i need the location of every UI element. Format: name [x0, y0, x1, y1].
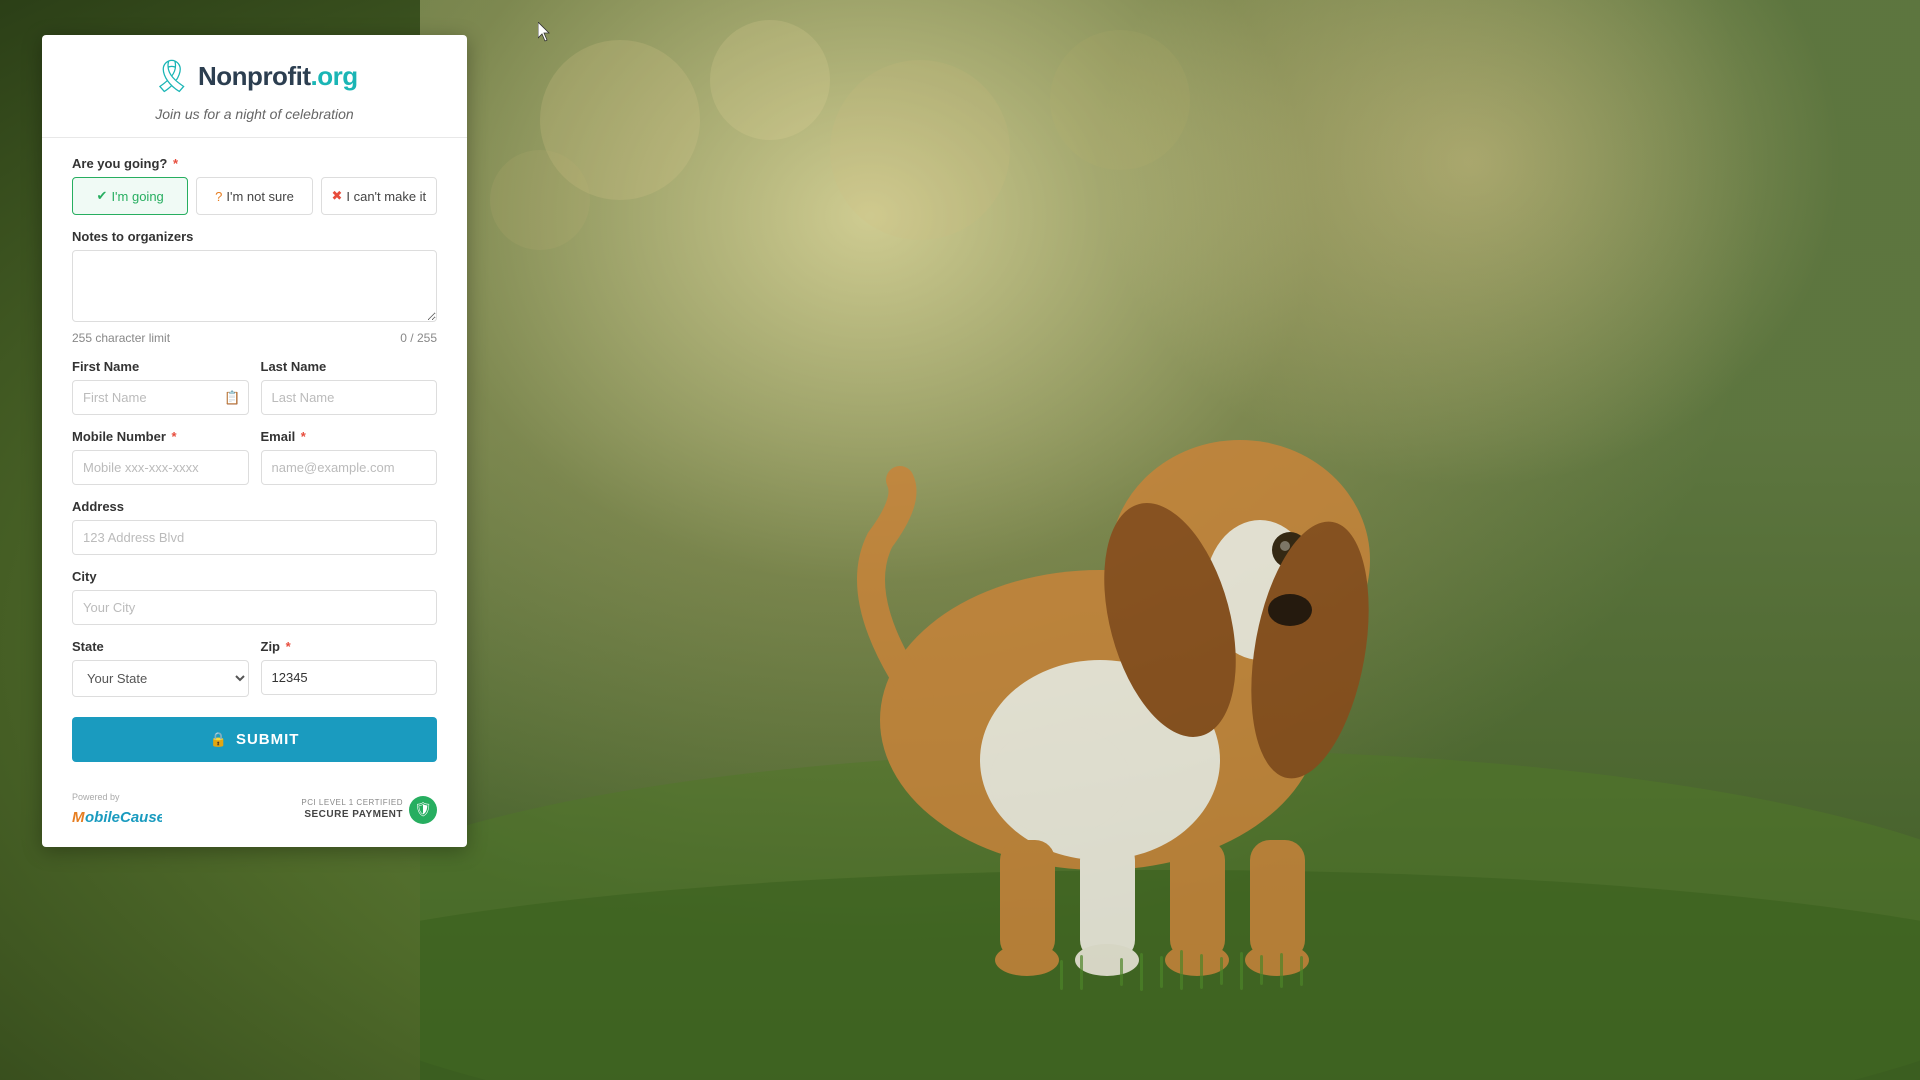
- contact-row: Mobile Number * Email *: [72, 429, 437, 499]
- first-name-input[interactable]: [72, 380, 249, 415]
- email-label: Email *: [261, 429, 438, 444]
- shield-icon: 🛡: [409, 796, 437, 824]
- rsvp-cant-make-it-label: I can't make it: [346, 189, 426, 204]
- mobile-group: Mobile Number *: [72, 429, 249, 485]
- last-name-group: Last Name: [261, 359, 438, 415]
- mobilecause-wordmark: M obileCause: [72, 805, 162, 827]
- first-name-input-wrapper: 📋: [72, 380, 249, 415]
- email-input[interactable]: [261, 450, 438, 485]
- form-panel: 🎗 Nonprofit.org Join us for a night of c…: [42, 35, 467, 847]
- last-name-label: Last Name: [261, 359, 438, 374]
- rsvp-not-sure-label: I'm not sure: [226, 189, 294, 204]
- zip-label: Zip *: [261, 639, 438, 654]
- city-label: City: [72, 569, 437, 584]
- notes-textarea[interactable]: [72, 250, 437, 322]
- char-limit-text: 255 character limit: [72, 331, 170, 345]
- city-group: City: [72, 569, 437, 625]
- x-icon: ✖: [331, 188, 342, 204]
- secure-payment-text: SECURE PAYMENT: [301, 808, 403, 822]
- question-icon: ?: [215, 189, 222, 204]
- submit-label: SUBMIT: [236, 731, 300, 748]
- email-group: Email *: [261, 429, 438, 485]
- form-header: 🎗 Nonprofit.org Join us for a night of c…: [42, 35, 467, 138]
- tagline: Join us for a night of celebration: [72, 106, 437, 122]
- secure-payment: PCI LEVEL 1 CERTIFIED SECURE PAYMENT 🛡: [301, 796, 437, 824]
- state-label: State: [72, 639, 249, 654]
- char-count: 0 / 255: [400, 331, 437, 345]
- first-name-label: First Name: [72, 359, 249, 374]
- logo-org: .org: [310, 61, 357, 91]
- mobile-label: Mobile Number *: [72, 429, 249, 444]
- rsvp-group: Are you going? * ✔ I'm going ? I'm not s…: [72, 156, 437, 215]
- logo-name: Nonprofit: [198, 61, 310, 91]
- last-name-input[interactable]: [261, 380, 438, 415]
- zip-group: Zip *: [261, 639, 438, 697]
- form-body: Are you going? * ✔ I'm going ? I'm not s…: [42, 138, 467, 780]
- form-footer: Powered by M obileCause PCI LEVEL 1 CERT…: [42, 780, 467, 827]
- person-icon: 📋: [224, 390, 240, 406]
- first-name-group: First Name 📋: [72, 359, 249, 415]
- state-group: State Your State ALAKAZAR CACOCTDE FLGAH…: [72, 639, 249, 697]
- mobilecause-logo: Powered by M obileCause: [72, 792, 162, 827]
- city-input[interactable]: [72, 590, 437, 625]
- address-input[interactable]: [72, 520, 437, 555]
- ribbon-icon: 🎗: [151, 60, 192, 92]
- notes-meta: 255 character limit 0 / 255: [72, 331, 437, 345]
- mobile-input[interactable]: [72, 450, 249, 485]
- mc-logo-row: M obileCause: [72, 805, 162, 827]
- rsvp-label: Are you going? *: [72, 156, 437, 171]
- svg-text:M: M: [72, 809, 85, 826]
- logo-area: 🎗 Nonprofit.org: [72, 60, 437, 92]
- notes-label: Notes to organizers: [72, 229, 437, 244]
- rsvp-cant-make-it-button[interactable]: ✖ I can't make it: [321, 177, 437, 215]
- rsvp-buttons: ✔ I'm going ? I'm not sure ✖ I can't mak…: [72, 177, 437, 215]
- logo-text: Nonprofit.org: [198, 61, 358, 92]
- state-zip-row: State Your State ALAKAZAR CACOCTDE FLGAH…: [72, 639, 437, 711]
- pci-certified-text: PCI LEVEL 1 CERTIFIED: [301, 797, 403, 808]
- background-photo: [420, 0, 1920, 1080]
- rsvp-not-sure-button[interactable]: ? I'm not sure: [196, 177, 312, 215]
- rsvp-going-button[interactable]: ✔ I'm going: [72, 177, 188, 215]
- check-icon: ✔: [97, 188, 108, 204]
- rsvp-going-label: I'm going: [111, 189, 163, 204]
- notes-group: Notes to organizers 255 character limit …: [72, 229, 437, 345]
- state-select[interactable]: Your State ALAKAZAR CACOCTDE FLGAHIID IL…: [72, 660, 249, 697]
- submit-button[interactable]: 🔒 SUBMIT: [72, 717, 437, 762]
- zip-input[interactable]: [261, 660, 438, 695]
- address-group: Address: [72, 499, 437, 555]
- name-row: First Name 📋 Last Name: [72, 359, 437, 429]
- address-label: Address: [72, 499, 437, 514]
- powered-by-text: Powered by: [72, 792, 120, 802]
- svg-text:obileCause: obileCause: [85, 809, 162, 826]
- lock-icon: 🔒: [210, 731, 228, 748]
- pci-text: PCI LEVEL 1 CERTIFIED SECURE PAYMENT: [301, 797, 403, 822]
